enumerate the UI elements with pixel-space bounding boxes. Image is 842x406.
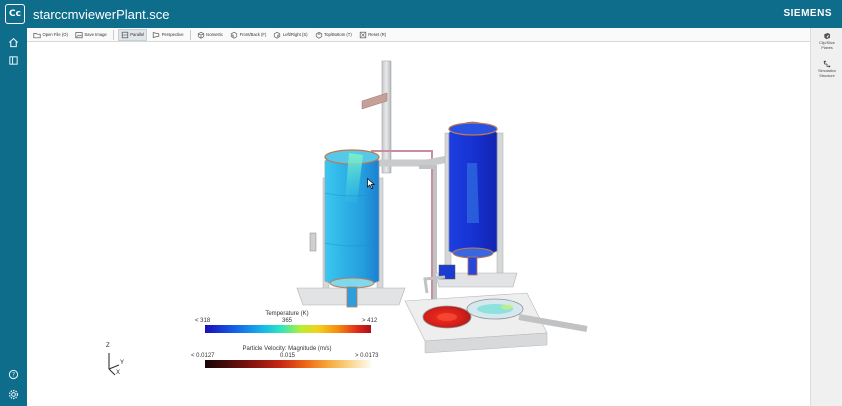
left-right-button[interactable]: Left/Right (S) bbox=[271, 29, 309, 41]
front-back-button[interactable]: Front/Back (F) bbox=[228, 29, 268, 41]
mouse-cursor bbox=[367, 178, 375, 189]
title-bar: Cc starccmviewerPlant.sce SIEMENS bbox=[0, 0, 842, 28]
open-file-button[interactable]: Open File (O) bbox=[31, 29, 70, 41]
parallel-label: Parallel bbox=[130, 32, 145, 37]
right-tank-leg bbox=[496, 132, 504, 284]
scene-viewport[interactable]: Temperature (K) < 318 365 > 412 Particle… bbox=[27, 43, 810, 406]
simulation-structure-label-line2: Structure bbox=[819, 73, 835, 78]
help-icon[interactable]: ? bbox=[3, 364, 24, 385]
svg-text:?: ? bbox=[12, 372, 15, 379]
y-axis-label: Y bbox=[120, 360, 125, 366]
clip-planes-icon bbox=[824, 32, 831, 40]
temperature-legend-title: Temperature (K) bbox=[265, 311, 309, 317]
left-right-label: Left/Right (S) bbox=[282, 32, 308, 37]
velocity-legend: Particle Velocity: Magnitude (m/s) < 0.0… bbox=[187, 346, 387, 382]
top-bottom-label: Top/Bottom (T) bbox=[324, 32, 352, 37]
simulation-structure-button[interactable]: Simulation Structure bbox=[812, 60, 842, 78]
right-panel: Clip/Slice Planes Simulation Structure bbox=[810, 28, 842, 406]
isometric-icon bbox=[197, 31, 204, 39]
right-tank-bottom-rim bbox=[452, 247, 494, 259]
simulation-structure-icon bbox=[823, 60, 831, 68]
app-logo-icon: Cc bbox=[5, 4, 25, 24]
isometric-label: Isometric bbox=[206, 32, 224, 37]
settings-icon[interactable] bbox=[3, 384, 24, 405]
velocity-max-label: > 0.0173 bbox=[355, 353, 379, 359]
top-bottom-icon bbox=[315, 31, 322, 39]
toolbar-divider bbox=[189, 29, 191, 40]
perspective-label: Perspective bbox=[161, 32, 184, 37]
vent-stack bbox=[381, 60, 392, 174]
velocity-min-label: < 0.0127 bbox=[191, 353, 215, 359]
toolbar-divider bbox=[112, 29, 114, 40]
reset-button[interactable]: Reset (R) bbox=[357, 29, 388, 41]
velocity-color-bar bbox=[205, 360, 371, 368]
perspective-button[interactable]: Perspective bbox=[150, 29, 185, 41]
front-back-icon bbox=[230, 31, 238, 39]
left-rail: ? bbox=[0, 28, 27, 406]
right-tank-top-rim bbox=[448, 122, 498, 136]
front-back-label: Front/Back (F) bbox=[239, 32, 267, 37]
left-tank-bottom-rim bbox=[329, 277, 375, 289]
axis-triad: Z Y X bbox=[101, 343, 131, 377]
parallel-icon bbox=[121, 31, 128, 38]
book-icon[interactable] bbox=[3, 50, 24, 71]
save-image-button[interactable]: Save Image bbox=[73, 29, 109, 41]
window-title: starccmviewerPlant.sce bbox=[33, 6, 170, 22]
temperature-color-bar bbox=[205, 325, 371, 333]
gauge-box bbox=[309, 232, 317, 252]
brand-logo: SIEMENS bbox=[783, 8, 832, 19]
image-icon bbox=[75, 31, 83, 38]
parallel-button[interactable]: Parallel bbox=[117, 28, 148, 41]
open-file-label: Open File (O) bbox=[42, 32, 68, 37]
velocity-mid-label: 0.015 bbox=[280, 353, 296, 359]
temperature-mid-label: 365 bbox=[282, 318, 293, 324]
temperature-max-label: > 412 bbox=[362, 318, 378, 324]
isometric-button[interactable]: Isometric bbox=[195, 29, 226, 41]
left-right-icon bbox=[274, 31, 281, 39]
folder-icon bbox=[33, 32, 41, 38]
perspective-icon bbox=[153, 31, 160, 38]
temperature-legend: Temperature (K) < 318 365 > 412 bbox=[187, 311, 387, 347]
reset-label: Reset (R) bbox=[368, 32, 387, 37]
clip-slice-planes-label-line2: Planes bbox=[821, 45, 833, 50]
z-axis-label: Z bbox=[106, 343, 110, 349]
reset-icon bbox=[359, 31, 366, 38]
left-tank-outlet bbox=[346, 286, 358, 308]
clip-slice-planes-button[interactable]: Clip/Slice Planes bbox=[812, 32, 842, 50]
temperature-min-label: < 318 bbox=[195, 318, 211, 324]
save-image-label: Save Image bbox=[84, 32, 107, 37]
right-tank-outlet bbox=[467, 256, 478, 276]
view-toolbar: Open File (O) Save Image Parallel Perspe… bbox=[27, 28, 810, 42]
velocity-legend-title: Particle Velocity: Magnitude (m/s) bbox=[242, 346, 332, 352]
x-axis-label: X bbox=[116, 370, 121, 376]
plant-3d-model[interactable] bbox=[27, 43, 810, 406]
top-bottom-button[interactable]: Top/Bottom (T) bbox=[313, 29, 354, 41]
